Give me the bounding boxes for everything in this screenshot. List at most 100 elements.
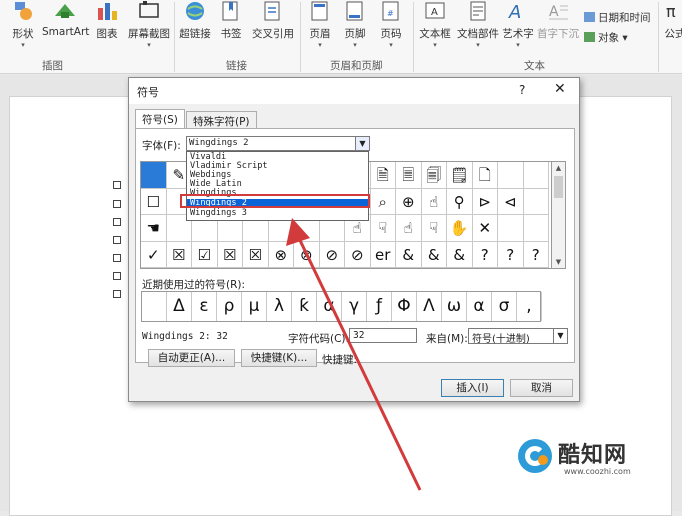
font-dropdown-list[interactable]: Vivaldi Vladimir Script Webdings Wide La…	[186, 151, 369, 221]
symbol-cell[interactable]	[523, 215, 549, 242]
symbol-cell[interactable]: ⊘	[319, 241, 345, 268]
recent-symbol-cell[interactable]: ε	[192, 292, 217, 321]
equation-button[interactable]: π 公式	[664, 0, 682, 56]
symbol-cell[interactable]	[523, 162, 549, 189]
recent-symbol-cell[interactable]: λ	[267, 292, 292, 321]
symbol-cell[interactable]: 🗋	[472, 162, 498, 189]
symbol-cell[interactable]: ☚	[141, 215, 167, 242]
cancel-button[interactable]: 取消	[510, 379, 573, 397]
recent-symbol-cell[interactable]: μ	[242, 292, 267, 321]
bookmark-button[interactable]: 书签	[218, 0, 244, 56]
symbol-cell[interactable]: ☟	[421, 215, 447, 242]
symbol-cell[interactable]: 🗐	[421, 162, 447, 189]
quick-parts-button[interactable]: 文档部件 ▾	[456, 0, 500, 56]
symbol-cell[interactable]: ⚲	[447, 188, 473, 215]
font-combobox[interactable]: Wingdings 2 ▼	[186, 136, 370, 151]
symbol-cell[interactable]: ⊕	[396, 188, 422, 215]
symbol-cell[interactable]: ⊗	[268, 241, 294, 268]
wordart-button[interactable]: A 艺术字 ▾	[500, 0, 536, 56]
symbol-cell[interactable]: ⊗	[294, 241, 320, 268]
symbol-cell[interactable]: ⊘	[345, 241, 371, 268]
symbol-cell[interactable]: ?	[523, 241, 549, 268]
symbol-cell[interactable]: ☒	[166, 241, 192, 268]
symbol-cell[interactable]: ⌕	[370, 188, 396, 215]
symbol-cell[interactable]: ☒	[217, 241, 243, 268]
shapes-label: 形状	[12, 28, 34, 40]
shapes-button[interactable]: 形状 ▾	[10, 0, 36, 56]
svg-text:A: A	[508, 2, 521, 22]
date-time-button[interactable]: 日期和时间	[584, 10, 651, 25]
recent-symbol-cell[interactable]: α	[467, 292, 492, 321]
symbol-cell[interactable]: ✕	[472, 215, 498, 242]
symbol-cell[interactable]: ☟	[370, 215, 396, 242]
symbol-cell[interactable]	[523, 188, 549, 215]
tab-symbols[interactable]: 符号(S)	[135, 109, 185, 129]
recent-symbol-cell[interactable]: ƒ	[367, 292, 392, 321]
scrollbar-thumb[interactable]	[554, 176, 563, 198]
dialog-titlebar[interactable]: 符号 ? ✕	[129, 78, 579, 104]
symbol-cell[interactable]: ?	[498, 241, 524, 268]
recent-symbol-cell[interactable]: ƙ	[292, 292, 317, 321]
symbol-cell[interactable]: ☑	[192, 241, 218, 268]
symbol-cell[interactable]: ⊲	[498, 188, 524, 215]
text-box-icon: A	[425, 2, 445, 19]
symbol-cell[interactable]	[141, 162, 167, 189]
text-box-button[interactable]: A 文本框 ▾	[417, 0, 453, 56]
symbol-cell[interactable]: ☝	[396, 215, 422, 242]
close-button[interactable]: ✕	[554, 81, 566, 97]
recent-symbol-cell[interactable]: Φ	[392, 292, 417, 321]
recent-symbol-cell[interactable]: α	[317, 292, 342, 321]
smartart-button[interactable]: SmartArt	[42, 0, 89, 56]
equation-icon: π	[666, 2, 676, 21]
object-button[interactable]: 对象 ▾	[584, 30, 628, 45]
symbol-cell[interactable]: &	[396, 241, 422, 268]
char-code-input[interactable]: 32	[349, 328, 417, 343]
scroll-up-icon[interactable]: ▲	[552, 162, 565, 174]
symbol-cell[interactable]: 🗏	[396, 162, 422, 189]
shortcut-key-button[interactable]: 快捷键(K)...	[241, 349, 317, 367]
recent-symbol-cell[interactable]: Δ	[167, 292, 192, 321]
tab-special-characters[interactable]: 特殊字符(P)	[186, 111, 257, 129]
symbol-cell[interactable]: ☐	[141, 188, 167, 215]
recent-symbol-cell[interactable]: γ	[342, 292, 367, 321]
symbol-cell[interactable]: ✓	[141, 241, 167, 268]
symbol-cell[interactable]: &	[447, 241, 473, 268]
symbol-cell[interactable]: &	[421, 241, 447, 268]
symbol-cell[interactable]: er	[370, 241, 396, 268]
chevron-down-icon[interactable]: ▼	[553, 329, 567, 343]
insert-button[interactable]: 插入(I)	[441, 379, 504, 397]
hyperlink-button[interactable]: 超链接	[178, 0, 212, 56]
symbol-cell[interactable]	[498, 162, 524, 189]
group-header-footer-label: 页眉和页脚	[330, 60, 383, 72]
symbol-cell[interactable]: 🗎	[370, 162, 396, 189]
recent-symbol-cell[interactable]: ω	[442, 292, 467, 321]
recent-symbol-cell[interactable]: ,	[517, 292, 542, 321]
symbol-cell[interactable]: 🗒	[447, 162, 473, 189]
symbol-cell[interactable]: ☒	[243, 241, 269, 268]
header-button[interactable]: 页眉 ▾	[306, 0, 334, 56]
symbol-cell[interactable]: ⊳	[472, 188, 498, 215]
recent-symbol-cell[interactable]: σ	[492, 292, 517, 321]
cross-reference-button[interactable]: 交叉引用	[250, 0, 296, 56]
footer-button[interactable]: 页脚 ▾	[341, 0, 369, 56]
from-select[interactable]: 符号(十进制) ▼	[468, 328, 568, 345]
autocorrect-button[interactable]: 自动更正(A)...	[148, 349, 235, 367]
chart-button[interactable]: 图表	[92, 0, 122, 56]
symbol-cell[interactable]: ☝	[421, 188, 447, 215]
smartart-icon	[55, 4, 75, 18]
screenshot-button[interactable]: 屏幕截图 ▾	[126, 0, 172, 56]
drop-cap-button[interactable]: A 首字下沉	[536, 0, 580, 56]
chevron-down-icon[interactable]: ▼	[355, 137, 369, 150]
recent-symbol-cell[interactable]: ρ	[217, 292, 242, 321]
scroll-down-icon[interactable]: ▼	[552, 256, 565, 268]
symbol-cell[interactable]: ?	[472, 241, 498, 268]
symbol-cell[interactable]	[498, 215, 524, 242]
page-number-button[interactable]: # 页码 ▾	[377, 0, 405, 56]
symbol-grid-scrollbar[interactable]: ▲ ▼	[552, 161, 566, 269]
help-button[interactable]: ?	[519, 83, 525, 97]
recent-symbol-cell[interactable]	[142, 292, 167, 321]
symbol-cell[interactable]: ✋	[447, 215, 473, 242]
font-option-wingdings-3[interactable]: Wingdings 3	[190, 209, 247, 218]
recent-symbol-cell[interactable]: Λ	[417, 292, 442, 321]
recent-symbols-row[interactable]: ΔερμλƙαγƒΦΛωασ,	[141, 291, 542, 322]
